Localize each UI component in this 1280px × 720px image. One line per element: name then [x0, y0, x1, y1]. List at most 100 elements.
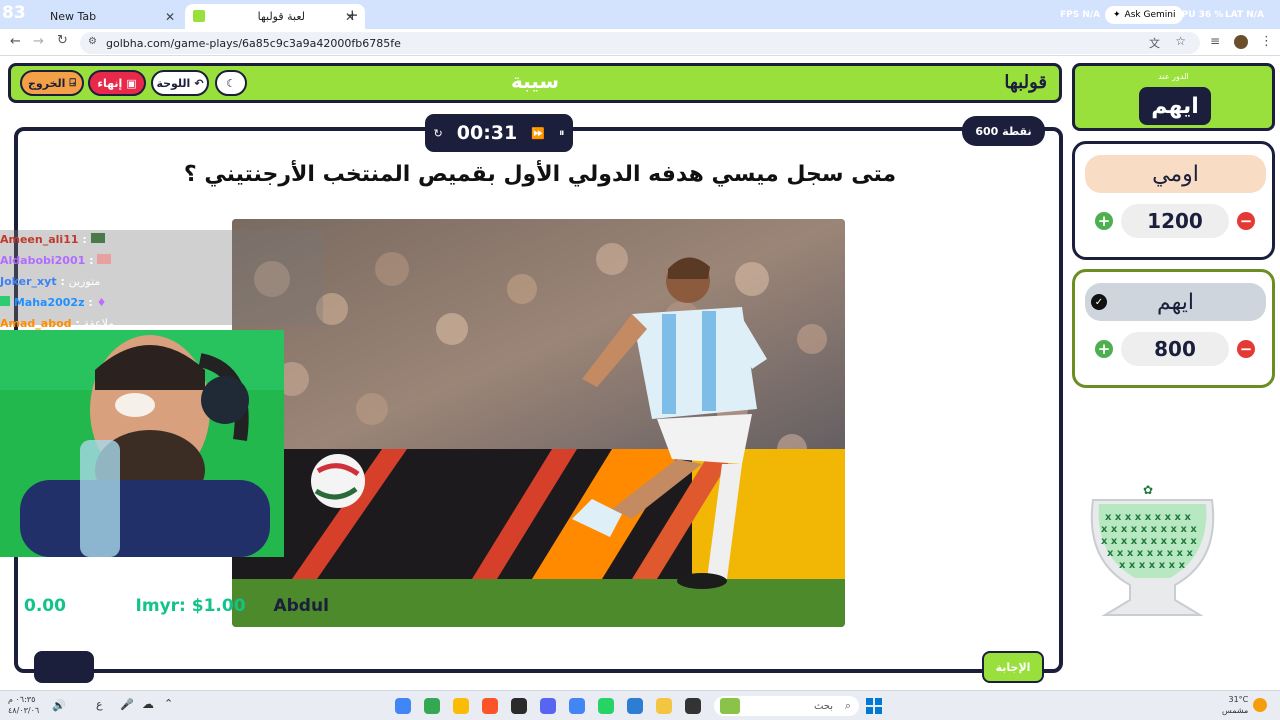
fast-forward-icon[interactable]: ⏩	[531, 127, 545, 140]
tab-new-tab[interactable]: New Tab ✕	[40, 4, 185, 29]
lat-stat: LAT N/A	[1225, 10, 1265, 20]
taskbar-search[interactable]: بحث ⌕	[714, 696, 859, 716]
tip-amount: 0.00	[24, 596, 66, 616]
end-label: إنهاء	[97, 76, 123, 90]
ask-gemini-button[interactable]: ✦ Ask Gemini	[1105, 6, 1184, 24]
dark-mode-toggle[interactable]: ☾	[215, 70, 247, 96]
clock-time: ٠٦:٣٥ م	[8, 695, 36, 704]
tip-label: ميسي	[71, 600, 112, 615]
plus-icon[interactable]: +	[1095, 212, 1113, 230]
whatsapp-icon[interactable]	[598, 698, 614, 714]
task-view-icon[interactable]	[685, 698, 701, 714]
tab-label: لعبة قولبها	[257, 10, 305, 23]
chat-line: Amad_abod : ملاعقة	[0, 317, 114, 330]
back-icon[interactable]: ←	[10, 34, 21, 49]
pause-icon[interactable]: ⏸	[559, 126, 565, 140]
sun-icon	[1253, 698, 1267, 712]
close-icon[interactable]: ✕	[165, 10, 175, 24]
search-highlight-icon	[720, 698, 740, 714]
team-score: 800	[1121, 332, 1229, 366]
cpu-stat: CPU 36 %	[1175, 10, 1224, 20]
clock-date: ٤٨/٠٣/٠٦	[8, 706, 40, 715]
chevron-up-icon[interactable]: ⌃	[164, 697, 173, 710]
chat-user: Joker_xyt	[0, 275, 57, 288]
favicon-icon	[193, 10, 205, 22]
ask-gemini-label: Ask Gemini	[1124, 10, 1176, 20]
reload-icon[interactable]: ↻	[57, 33, 68, 48]
reading-list-icon[interactable]: ≡	[1210, 34, 1220, 48]
chat-line: Joker_xyt : متوزين	[0, 275, 100, 288]
chat-separator: :	[88, 296, 97, 309]
sparkle-icon: ✦	[1113, 10, 1121, 20]
exit-button[interactable]: الخروج ⍈	[20, 70, 84, 96]
chrome-active-icon[interactable]	[424, 698, 440, 714]
browser-tab-bar: New Tab ✕ لعبة قولبها ✕ + FPS N/A ✦ Ask …	[0, 0, 1280, 29]
tip-name: Abdul	[273, 596, 329, 616]
discord-icon[interactable]	[540, 698, 556, 714]
svg-text:x x x x x x x x x x: x x x x x x x x x x	[1101, 524, 1197, 535]
chat-user: Aldabobi2001	[0, 254, 86, 267]
site-logo[interactable]: قولبها	[1004, 72, 1047, 93]
weather-widget[interactable]: 31°C مشمس	[1222, 694, 1248, 716]
forward-icon[interactable]: →	[33, 34, 44, 49]
timer-value: 00:31	[456, 122, 518, 144]
glass-jar-illustration: x x x x x x x x x x x x x x x x x x x x …	[1090, 483, 1215, 616]
profile-avatar[interactable]	[1234, 35, 1248, 49]
file-explorer-icon[interactable]	[656, 698, 672, 714]
site-info-icon[interactable]: ⚙	[88, 36, 97, 47]
team-name: اومي	[1085, 155, 1266, 193]
lang-indicator[interactable]: ع	[96, 698, 103, 711]
svg-text:✿: ✿	[1143, 483, 1153, 497]
chrome-alt-icon[interactable]	[569, 698, 585, 714]
board-label: اللوحة	[156, 76, 191, 90]
answer-button[interactable]: الإجابة	[982, 651, 1044, 683]
brave-icon[interactable]	[482, 698, 498, 714]
chat-separator: :	[89, 254, 98, 267]
clock[interactable]: ٠٦:٣٥ م ٤٨/٠٣/٠٦	[8, 694, 39, 716]
restart-icon[interactable]: ↻	[434, 127, 443, 140]
plus-icon[interactable]: +	[1095, 340, 1113, 358]
emote-icon	[97, 254, 112, 264]
chrome-icon[interactable]	[395, 698, 411, 714]
volume-icon[interactable]: 🔊	[52, 699, 66, 712]
chat-line: Ameen_ali11 :	[0, 233, 105, 246]
chat-line: Maha2002z : ♦	[0, 296, 106, 309]
chat-message: متوزين	[68, 275, 101, 288]
tab-game[interactable]: لعبة قولبها ✕	[185, 4, 365, 29]
points-badge: 600 نقطة	[962, 116, 1045, 146]
question-image	[232, 219, 845, 627]
end-game-button[interactable]: إنهاء ▣	[88, 70, 146, 96]
game-app-icon[interactable]	[511, 698, 527, 714]
url-field[interactable]: ⚙ golbha.com/game-plays/6a85c9c3a9a42000…	[80, 32, 1200, 54]
windows-start-icon[interactable]	[866, 698, 882, 714]
tip-text: Imyr: $1.00	[135, 596, 246, 616]
mic-icon[interactable]: 🎤	[120, 698, 134, 711]
store-icon[interactable]	[627, 698, 643, 714]
check-icon: ✓	[1091, 294, 1107, 310]
team-name: ايهم	[1085, 283, 1266, 321]
translate-icon[interactable]: 文	[1149, 35, 1160, 51]
board-button[interactable]: اللوحة ↶	[151, 70, 209, 96]
search-icon: ⌕	[844, 699, 851, 712]
emote-icon	[90, 233, 105, 243]
svg-text:x x x x x x x x x: x x x x x x x x x	[1105, 512, 1191, 523]
minus-icon[interactable]: −	[1237, 340, 1255, 358]
windows-taskbar: ٠٦:٣٥ م ٤٨/٠٣/٠٦ 🔊 ع 🎤 ☁ ⌃ بحث ⌕ 31°C مش…	[0, 690, 1280, 720]
bookmark-star-icon[interactable]: ☆	[1175, 34, 1186, 48]
menu-kebab-icon[interactable]: ⋮	[1260, 34, 1273, 49]
tab-label: New Tab	[50, 10, 97, 23]
svg-text:x x x x x x x: x x x x x x x	[1119, 560, 1186, 571]
new-tab-icon[interactable]: +	[346, 6, 359, 24]
exit-label: الخروج	[27, 76, 66, 90]
streamer-webcam	[0, 330, 284, 557]
chrome-profile-icon[interactable]	[453, 698, 469, 714]
emote-icon: ♦	[96, 296, 107, 309]
minus-icon[interactable]: −	[1237, 212, 1255, 230]
chat-user: Amad_abod	[0, 317, 72, 330]
cloud-icon[interactable]: ☁	[142, 697, 154, 711]
timer: ↻ 00:31 ⏩ ⏸	[425, 114, 573, 152]
stream-chat-overlay: Ameen_ali11 : Aldabobi2001 : Joker_xyt :…	[0, 230, 323, 330]
search-placeholder: بحث	[813, 700, 833, 712]
chat-user: Maha2002z	[13, 296, 85, 309]
address-bar: ← → ↻ ⚙ golbha.com/game-plays/6a85c9c3a9…	[0, 29, 1280, 56]
